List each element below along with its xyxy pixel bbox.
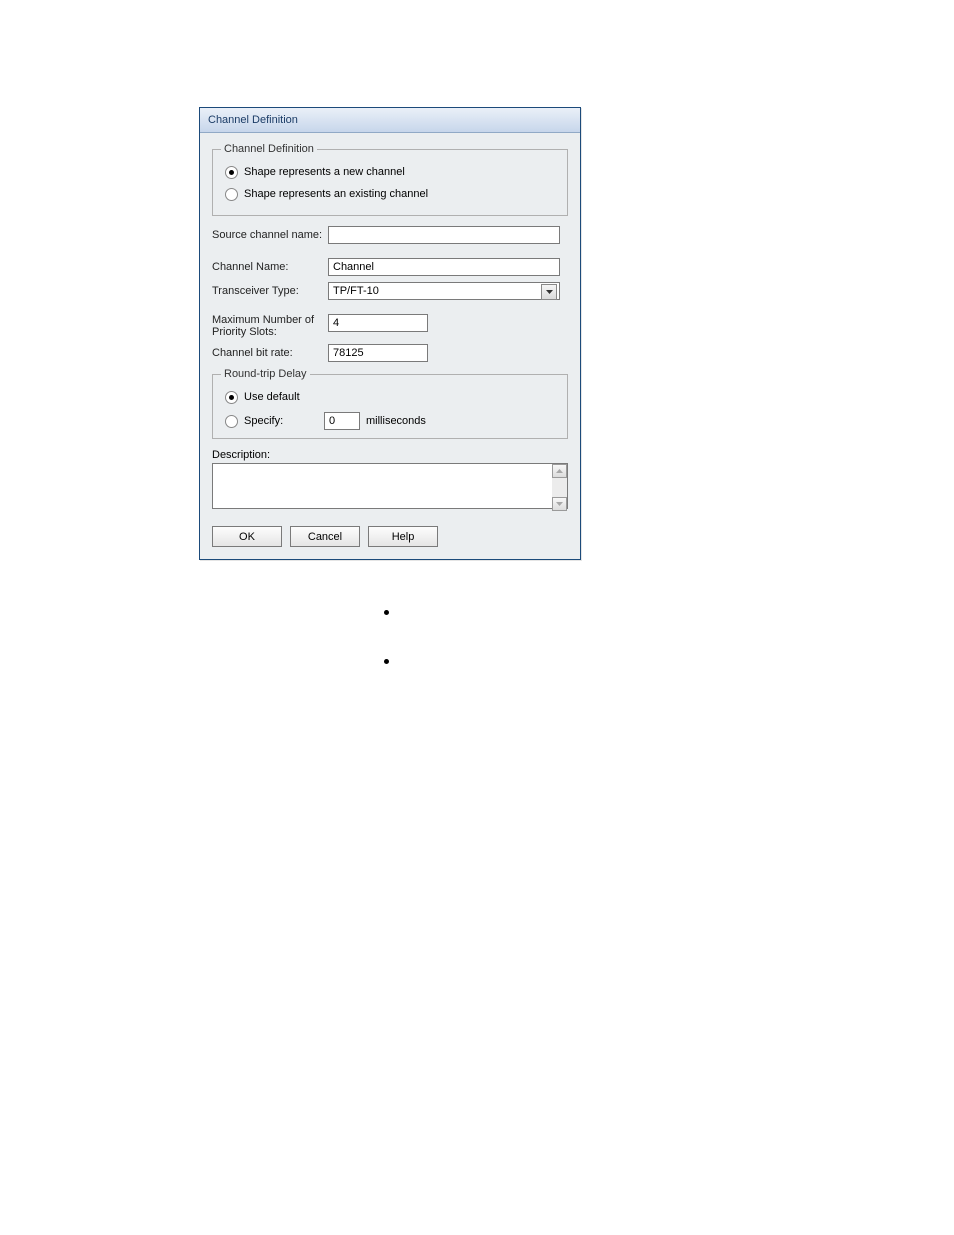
radio-new-channel[interactable] — [225, 166, 238, 179]
input-channel-name[interactable] — [328, 258, 560, 276]
group-channel-definition: Channel Definition Shape represents a ne… — [212, 143, 568, 216]
select-transceiver-type[interactable]: TP/FT-10 — [328, 282, 560, 300]
help-button[interactable]: Help — [368, 526, 438, 547]
radio-existing-channel-label: Shape represents an existing channel — [244, 188, 428, 200]
group-round-trip-delay-legend: Round-trip Delay — [221, 368, 310, 380]
radio-use-default[interactable] — [225, 391, 238, 404]
input-max-priority-slots[interactable] — [328, 314, 428, 332]
textarea-description[interactable] — [212, 463, 568, 509]
bullet-icon — [384, 659, 389, 664]
group-round-trip-delay: Round-trip Delay Use default Specify: mi… — [212, 368, 568, 439]
cancel-button-label: Cancel — [308, 531, 342, 543]
ok-button[interactable]: OK — [212, 526, 282, 547]
group-channel-definition-legend: Channel Definition — [221, 143, 317, 155]
channel-definition-dialog: Channel Definition Channel Definition Sh… — [199, 107, 581, 560]
label-source-channel-name: Source channel name: — [212, 229, 328, 241]
ok-button-label: OK — [239, 531, 255, 543]
chevron-down-icon[interactable] — [541, 284, 557, 300]
dialog-title: Channel Definition — [208, 114, 298, 126]
label-max-priority-slots: Maximum Number of Priority Slots: — [212, 314, 328, 338]
description-scrollbar[interactable] — [552, 464, 567, 511]
label-specify-unit: milliseconds — [366, 415, 426, 427]
input-specify-delay[interactable] — [324, 412, 360, 430]
scroll-up-icon[interactable] — [552, 464, 567, 478]
input-channel-bit-rate[interactable] — [328, 344, 428, 362]
radio-row-use-default[interactable]: Use default — [225, 388, 559, 406]
bullet-icon — [384, 610, 389, 615]
help-button-label: Help — [392, 531, 415, 543]
dialog-titlebar: Channel Definition — [200, 108, 580, 133]
label-channel-name: Channel Name: — [212, 261, 328, 273]
radio-new-channel-label: Shape represents a new channel — [244, 166, 405, 178]
page-bullets — [384, 610, 389, 708]
label-transceiver-type: Transceiver Type: — [212, 285, 328, 297]
radio-specify[interactable] — [225, 415, 238, 428]
label-description: Description: — [212, 449, 568, 461]
label-channel-bit-rate: Channel bit rate: — [212, 347, 328, 359]
radio-row-existing-channel[interactable]: Shape represents an existing channel — [225, 185, 559, 203]
radio-specify-label: Specify: — [244, 415, 318, 427]
input-source-channel-name[interactable] — [328, 226, 560, 244]
cancel-button[interactable]: Cancel — [290, 526, 360, 547]
radio-row-new-channel[interactable]: Shape represents a new channel — [225, 163, 559, 181]
scroll-down-icon[interactable] — [552, 497, 567, 511]
label-max-priority-slots-line1: Maximum Number of — [212, 314, 314, 326]
select-transceiver-type-value: TP/FT-10 — [333, 285, 379, 297]
label-max-priority-slots-line2: Priority Slots: — [212, 326, 277, 338]
radio-use-default-label: Use default — [244, 391, 300, 403]
radio-existing-channel[interactable] — [225, 188, 238, 201]
